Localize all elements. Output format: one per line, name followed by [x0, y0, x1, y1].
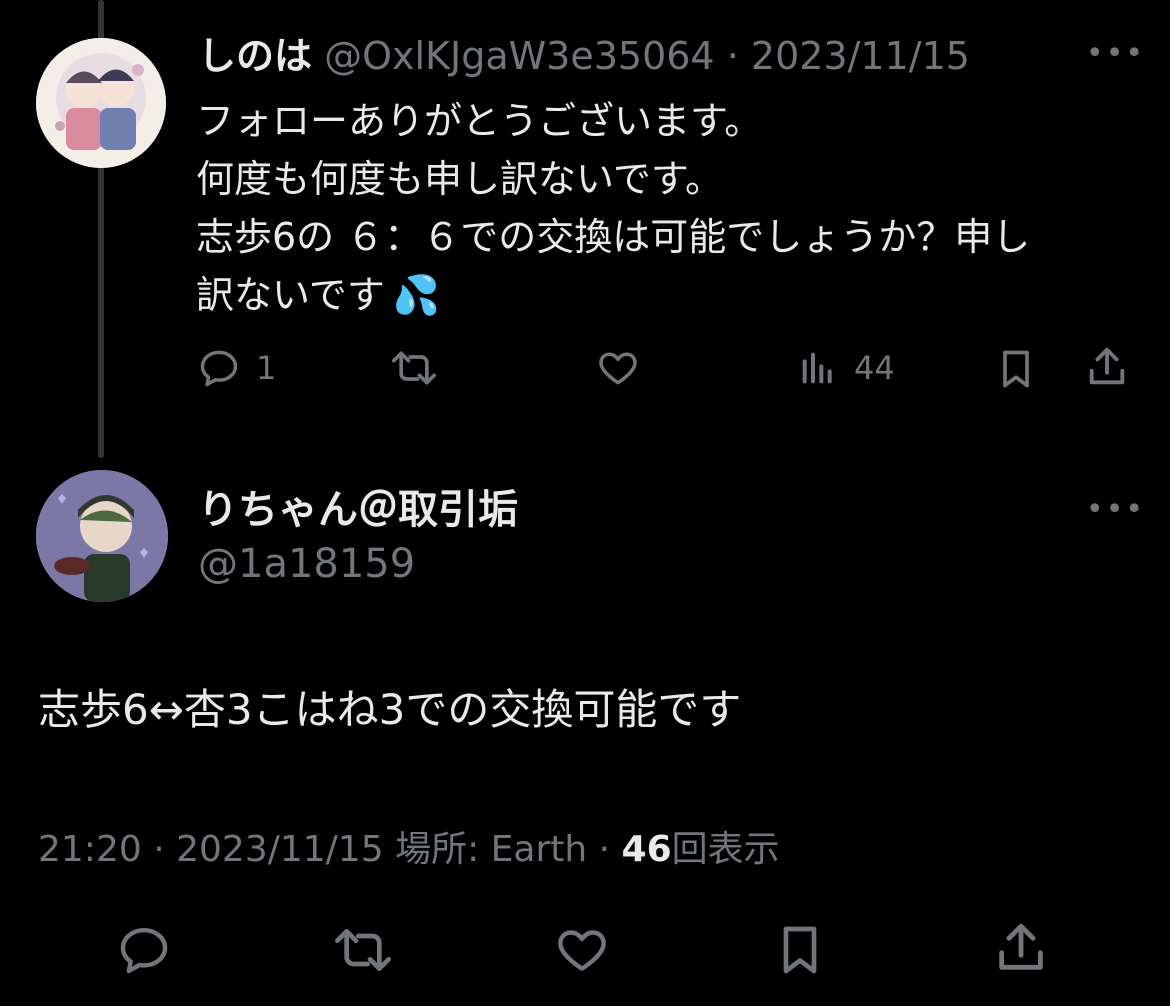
share-icon [1089, 347, 1125, 385]
tweet-text-line: 何度も何度も申し訳ないです。 [196, 157, 724, 201]
bookmark-icon [783, 926, 817, 974]
share-icon [999, 923, 1043, 970]
display-name[interactable]: しのは [198, 34, 312, 78]
bookmark-button[interactable] [994, 346, 1038, 392]
avatar-illustration [36, 470, 168, 602]
separator: · [153, 829, 165, 870]
share-button[interactable] [1084, 344, 1130, 390]
reply-icon [120, 927, 168, 974]
reply-header: しのは @OxlKJgaW3e35064 · 2023/11/15 [198, 30, 970, 82]
retweet-icon [392, 351, 436, 385]
avatar-illustration [36, 38, 166, 168]
tweet-text: フォローありがとうございます。 何度も何度も申し訳ないです。 志歩6の ６：６で… [196, 92, 1126, 324]
more-options-icon[interactable]: ••• [1086, 36, 1145, 71]
reply-button[interactable]: 1 [196, 346, 276, 390]
tweet-text-fragment: 訳ないです [196, 273, 385, 317]
heart-icon [599, 352, 637, 385]
retweet-button[interactable] [326, 922, 400, 978]
retweet-button[interactable] [384, 346, 444, 390]
views-label: 回表示 [671, 829, 780, 870]
tweet-time[interactable]: 21:20 [38, 829, 142, 870]
like-button[interactable] [552, 922, 612, 978]
tweet-date[interactable]: 2023/11/15 [176, 829, 384, 870]
separator: · [726, 34, 739, 78]
tweet-location: 場所: Earth [395, 829, 588, 870]
user-handle[interactable]: @OxlKJgaW3e35064 [324, 34, 715, 78]
views-button[interactable]: 44 [798, 346, 895, 390]
user-handle[interactable]: @1a18159 [198, 538, 415, 590]
bookmark-icon [1003, 350, 1029, 388]
view-count: 44 [854, 349, 895, 387]
tweet-date[interactable]: 2023/11/15 [751, 34, 970, 78]
share-button[interactable] [992, 918, 1050, 978]
sweat-drops-emoji: 💦 [392, 273, 441, 317]
heart-icon [558, 930, 606, 971]
avatar[interactable] [36, 470, 168, 602]
more-options-icon[interactable]: ••• [1086, 492, 1145, 527]
tweet-metadata: 21:20 · 2023/11/15 場所: Earth · 46回表示 [38, 826, 780, 874]
view-count[interactable]: 46 [622, 829, 672, 870]
reply-icon [200, 350, 238, 387]
tweet-text-line: 志歩6の ６：６での交換は可能でしょうか？申し [196, 215, 1031, 259]
views-chart-icon [802, 352, 832, 384]
avatar[interactable] [36, 38, 166, 168]
tweet-text-line: フォローありがとうございます。 [196, 99, 763, 143]
tweet-text-line-last: 訳ないです 💦 [196, 266, 1126, 324]
reply-count: 1 [256, 349, 277, 387]
display-name[interactable]: りちゃん＠取引垢 [198, 484, 518, 536]
reply-button[interactable] [114, 922, 174, 978]
retweet-icon [335, 929, 391, 971]
bookmark-button[interactable] [772, 920, 828, 980]
like-button[interactable] [594, 346, 642, 390]
tweet-text: 志歩6↔杏3こはね3での交換可能です [38, 685, 742, 734]
separator: · [598, 829, 611, 870]
